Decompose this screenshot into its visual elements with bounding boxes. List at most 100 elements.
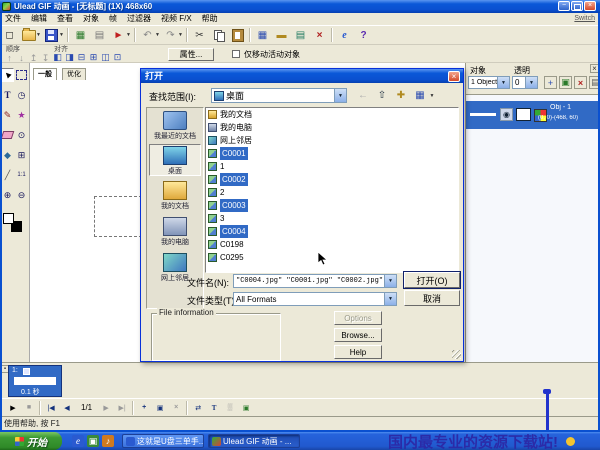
fill-tool[interactable]: ◆	[1, 148, 14, 162]
start-button[interactable]: 开始	[0, 432, 62, 450]
list-item[interactable]: 我的电脑	[206, 121, 458, 134]
menu-video-fx[interactable]: 视频 F/X	[156, 13, 197, 25]
move-bottom-icon[interactable]: ↧	[40, 53, 51, 64]
paste-icon[interactable]	[229, 27, 246, 44]
redo-icon[interactable]: ↷	[162, 27, 179, 44]
list-item[interactable]: 网上邻居	[206, 134, 458, 147]
list-item[interactable]: 3	[206, 212, 458, 225]
menu-frame[interactable]: 帧	[104, 13, 122, 25]
tab-optimize[interactable]: 优化	[62, 68, 86, 80]
spinner-arrows-icon[interactable]: ▼	[525, 77, 537, 88]
quick-launch-ie-icon[interactable]: e	[72, 435, 84, 447]
first-frame-icon[interactable]: |◀	[44, 401, 58, 414]
foreground-color-swatch[interactable]	[3, 213, 14, 224]
quick-launch-media-icon[interactable]: ♪	[102, 435, 114, 447]
help-button[interactable]: Help	[334, 345, 382, 359]
list-item[interactable]: C0295	[206, 251, 458, 264]
list-item[interactable]: C0001	[206, 147, 458, 160]
chevron-down-icon[interactable]: ▼	[384, 275, 396, 287]
resize-grip[interactable]	[452, 350, 461, 359]
new-icon[interactable]: ◻	[1, 27, 18, 44]
pick-color-dropdown-icon[interactable]: ▼	[126, 32, 132, 38]
menu-object[interactable]: 对象	[78, 13, 104, 25]
restore-button[interactable]	[571, 1, 583, 11]
add-object-icon[interactable]: +	[544, 76, 557, 89]
menu-help[interactable]: 帮助	[197, 13, 223, 25]
switch-link[interactable]: Switch	[574, 13, 595, 25]
frame-1[interactable]: 1: 0.1 秒	[8, 365, 62, 397]
selection-rectangle[interactable]	[94, 196, 142, 237]
brush-tool[interactable]: ✎	[1, 108, 14, 122]
undo-icon[interactable]: ↶	[139, 27, 156, 44]
magic-wand-tool[interactable]: ★	[15, 108, 28, 122]
previous-frame-icon[interactable]: ◀	[60, 401, 74, 414]
actual-size-tool[interactable]: 1:1	[15, 168, 28, 182]
marquee-tool[interactable]	[15, 68, 28, 82]
delete-frame-icon[interactable]: ×	[169, 401, 183, 414]
chevron-down-icon[interactable]: ▼	[334, 89, 346, 102]
text-tool[interactable]: T	[1, 88, 14, 102]
save-dropdown-icon[interactable]: ▼	[59, 32, 65, 38]
taskbar-task-ulead[interactable]: Ulead GIF 动画 - ...	[208, 434, 300, 448]
save-icon[interactable]	[43, 27, 60, 44]
next-frame-icon[interactable]: ▶	[99, 401, 113, 414]
place-my-computer[interactable]: 我的电脑	[149, 216, 201, 248]
onion-skin-icon[interactable]: ▒	[223, 401, 237, 414]
redo-dropdown-icon[interactable]: ▼	[178, 32, 184, 38]
align-right-icon[interactable]: ◨	[64, 52, 75, 63]
list-item[interactable]: C0198	[206, 238, 458, 251]
list-item[interactable]: C0004	[206, 225, 458, 238]
view-menu-icon[interactable]: ▦	[412, 88, 428, 103]
place-recent[interactable]: 我最近的文档	[149, 110, 201, 142]
quick-launch-desktop-icon[interactable]: ▣	[87, 435, 99, 447]
eraser-tool[interactable]	[1, 128, 14, 142]
view-menu-dropdown-icon[interactable]: ▼	[428, 88, 436, 103]
open-icon[interactable]	[20, 27, 37, 44]
tab-normal[interactable]: 一般	[33, 68, 57, 80]
add-frame-icon[interactable]: +	[137, 401, 151, 414]
undo-dropdown-icon[interactable]: ▼	[155, 32, 161, 38]
move-down-icon[interactable]: ↓	[16, 52, 27, 63]
align-canvas-icon[interactable]: ⊡	[112, 52, 123, 63]
object-select-combo[interactable]: 1 Object▼	[468, 76, 510, 89]
visibility-eye-icon[interactable]: ◉	[500, 108, 513, 121]
up-one-level-icon[interactable]: ⇧	[374, 88, 390, 103]
chevron-down-icon[interactable]: ▼	[384, 293, 396, 305]
add-video-icon[interactable]: ▤	[91, 27, 108, 44]
delete-object-icon[interactable]: ×	[574, 76, 587, 89]
list-item[interactable]: C0002	[206, 173, 458, 186]
menu-view[interactable]: 查看	[52, 13, 78, 25]
taskbar-task-browser[interactable]: 这就是U盘三单手...	[122, 434, 204, 448]
tween-icon[interactable]: T	[207, 401, 221, 414]
move-up-icon[interactable]: ↑	[4, 52, 15, 63]
duplicate-frame-icon[interactable]: ▣	[153, 401, 167, 414]
open-button[interactable]: 打开(O)	[404, 272, 460, 288]
new-folder-icon[interactable]: ✚	[393, 88, 409, 103]
properties-button[interactable]: 属性...	[168, 48, 214, 61]
look-in-combo[interactable]: 桌面 ▼	[211, 88, 347, 103]
delete-icon[interactable]: ×	[311, 27, 328, 44]
pick-color-icon[interactable]: ►	[110, 27, 127, 44]
export-icon[interactable]: ▣	[239, 401, 253, 414]
align-middle-icon[interactable]: ◫	[100, 52, 111, 63]
align-top-icon[interactable]: ⊟	[76, 52, 87, 63]
back-icon[interactable]: ←	[355, 88, 371, 103]
transparency-spinner[interactable]: 0▼	[512, 76, 538, 89]
align-center-icon[interactable]: ⊞	[88, 52, 99, 63]
dialog-close-button[interactable]: ×	[448, 71, 460, 82]
open-dropdown-icon[interactable]: ▼	[36, 32, 42, 38]
eyedropper-tool[interactable]: ╱	[1, 168, 14, 182]
duplicate-object-icon[interactable]: ▣	[559, 76, 572, 89]
place-my-documents[interactable]: 我的文档	[149, 180, 201, 212]
align-left-icon[interactable]: ◧	[52, 52, 63, 63]
list-item[interactable]: 1	[206, 160, 458, 173]
play-icon[interactable]: ▶	[6, 401, 20, 414]
move-top-icon[interactable]: ↥	[28, 53, 39, 64]
minimize-button[interactable]: −	[558, 1, 570, 11]
zoom-out-tool[interactable]: ⊖	[15, 188, 28, 202]
cancel-button[interactable]: 取消	[404, 290, 460, 306]
menu-file[interactable]: 文件	[0, 13, 26, 25]
list-item[interactable]: 2	[206, 186, 458, 199]
frame-grid-icon[interactable]: ▦	[254, 27, 271, 44]
select-tool[interactable]: ►	[1, 68, 14, 82]
